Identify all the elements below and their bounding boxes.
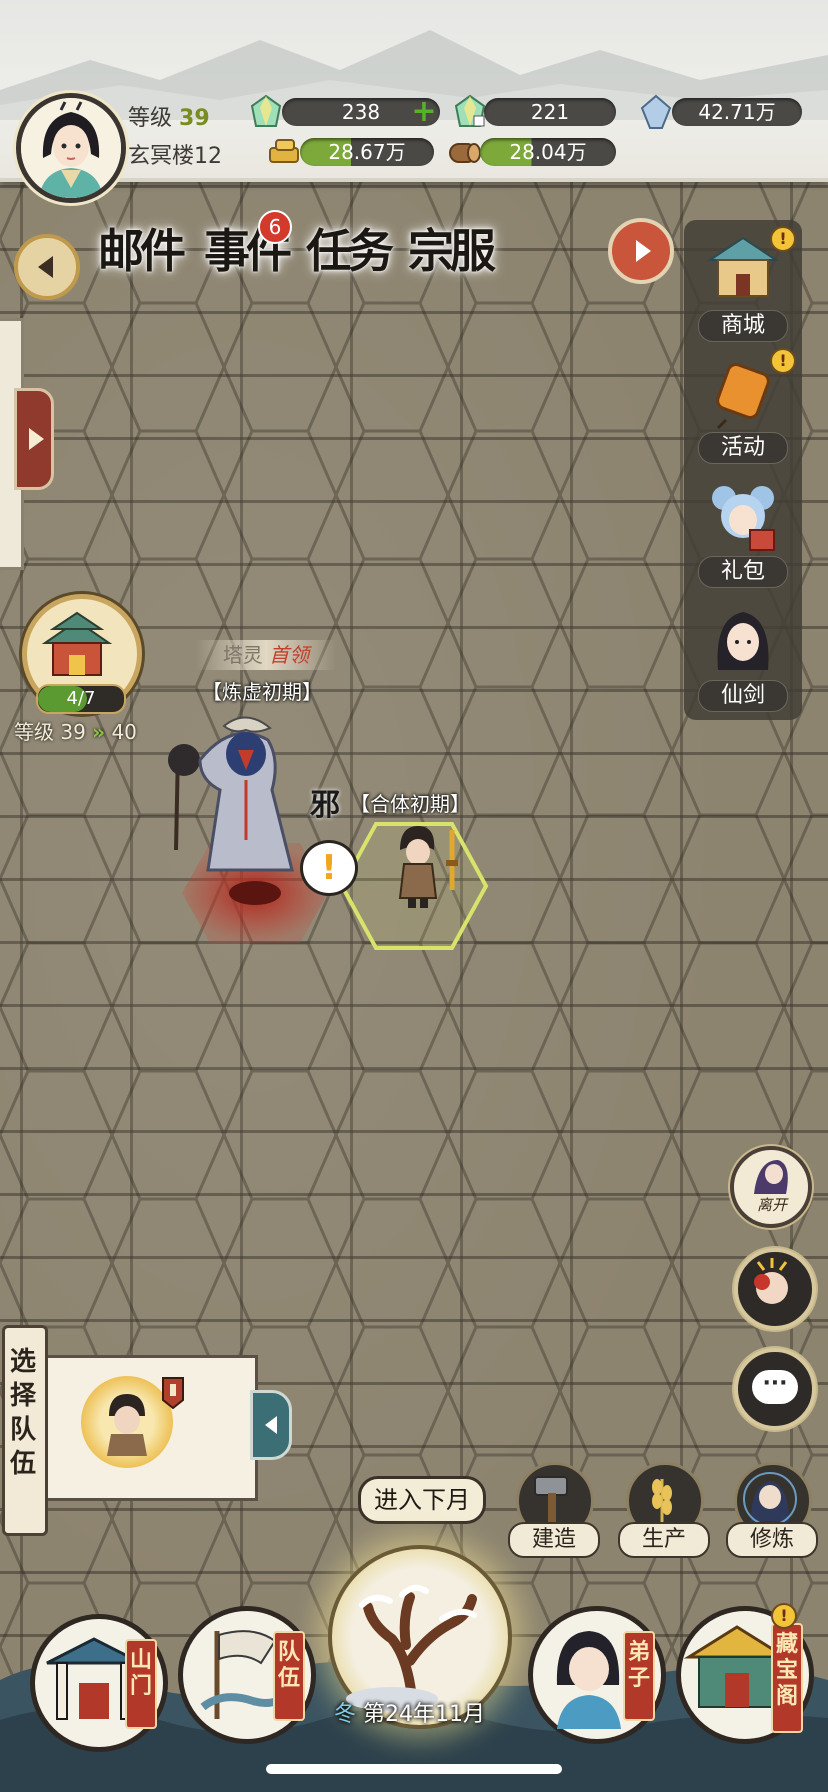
level-label: 等级 xyxy=(128,106,173,131)
season-label: 冬 xyxy=(334,1702,357,1727)
nav-treasure-pavilion[interactable]: 藏 宝 阁 ! xyxy=(676,1603,814,1744)
treasure-alert-icon: ! xyxy=(771,1603,797,1629)
boss-title-name: 首领 xyxy=(269,643,310,667)
locked-spirit-stone-count: 221 xyxy=(484,98,616,126)
side-item-immortal-sword[interactable]: 仙剑 xyxy=(684,596,802,714)
side-menu: 商城 ! 活动 ! 礼包 仙剑 xyxy=(684,220,802,720)
tabs-prev-button[interactable] xyxy=(14,234,80,300)
date-label: 第24年11月 xyxy=(363,1702,486,1727)
events-badge: 6 xyxy=(258,210,292,244)
build-button[interactable]: 建造 xyxy=(508,1462,600,1572)
fist-hammer-icon xyxy=(754,1258,788,1304)
nav-team-label-2: 伍 xyxy=(277,1665,300,1691)
grade-arrow-icon: » xyxy=(92,720,106,744)
grade-next: 40 xyxy=(111,720,137,744)
nav-treasure-label-1: 藏 xyxy=(775,1631,798,1657)
sword-maiden-icon xyxy=(717,612,769,670)
nav-team-label: 队 伍 xyxy=(273,1631,305,1721)
add-spirit-stone-button[interactable]: + xyxy=(410,97,438,127)
chat-button[interactable]: ··· xyxy=(734,1348,816,1430)
winter-tree-icon xyxy=(346,1584,477,1711)
select-team-label: 选择 队伍 xyxy=(8,1345,38,1481)
gold-count: 28.67万 xyxy=(300,138,434,166)
battle-cry-button[interactable] xyxy=(734,1248,816,1330)
nav-sect-gate[interactable]: 山 门 xyxy=(30,1614,168,1752)
chevron-right-icon xyxy=(635,240,651,262)
event-alert-bubble[interactable]: ! xyxy=(300,840,358,896)
player-disciple[interactable] xyxy=(390,820,470,910)
crystal-icon xyxy=(640,94,672,129)
tabs-next-button[interactable] xyxy=(608,218,674,284)
tab-tasks[interactable]: 任务 xyxy=(302,212,394,290)
chevron-left-icon xyxy=(265,1416,277,1434)
locked-spirit-stone-icon xyxy=(454,94,486,127)
boss-title: 塔灵 首领 xyxy=(196,640,336,670)
wood-count: 28.04万 xyxy=(480,138,616,166)
side-item-events[interactable]: 活动 ! xyxy=(684,348,802,466)
spirit-stone-icon xyxy=(250,94,282,127)
nav-disciples-label-2: 子 xyxy=(627,1665,650,1691)
team-select-panel xyxy=(40,1355,258,1501)
nav-disciples[interactable]: 弟 子 xyxy=(528,1606,666,1744)
game-date: 冬 第24年11月 xyxy=(334,1696,524,1732)
team-member-slot[interactable] xyxy=(81,1376,173,1468)
team-member-avatar xyxy=(107,1394,147,1456)
hero-realm: 【合体初期】 xyxy=(350,792,470,816)
tower-progress-text: 4/7 xyxy=(66,688,96,709)
side-label-gift-pack: 礼包 xyxy=(698,556,788,588)
side-label-immortal-sword: 仙剑 xyxy=(698,680,788,712)
tower-grade: 等级 39 » 40 xyxy=(14,716,137,745)
side-label-events: 活动 xyxy=(698,432,788,464)
left-panel-expand-button[interactable] xyxy=(14,388,54,490)
nav-disciples-label-1: 弟 xyxy=(627,1639,650,1665)
nav-sect-gate-label: 山 门 xyxy=(125,1639,157,1729)
wood-icon xyxy=(449,143,481,163)
nav-sect-gate-label-1: 山 xyxy=(129,1647,152,1673)
tower-name: 玄冥楼12 xyxy=(128,144,222,169)
nav-team[interactable]: 队 伍 xyxy=(178,1606,316,1744)
side-label-shop: 商城 xyxy=(698,310,788,342)
build-label: 建造 xyxy=(508,1522,600,1558)
produce-label: 生产 xyxy=(618,1522,710,1558)
leave-label: 离开 xyxy=(756,1196,787,1214)
nav-treasure-label-2: 宝 xyxy=(775,1657,798,1683)
evil-faction-mark: 邪 xyxy=(310,788,340,823)
gold-icon xyxy=(269,139,299,163)
cultivate-button[interactable]: 修炼 xyxy=(726,1462,818,1572)
level-value: 39 xyxy=(179,106,210,131)
team-panel-collapse-button[interactable] xyxy=(250,1390,292,1460)
shop-alert-icon: ! xyxy=(770,226,796,252)
nav-team-label-1: 队 xyxy=(277,1639,300,1665)
nav-sect-gate-label-2: 门 xyxy=(129,1673,152,1699)
avatar-portrait xyxy=(21,98,121,198)
crystal-count: 42.71万 xyxy=(672,98,802,126)
grade-current: 等级 39 xyxy=(14,720,86,744)
select-team-label-2: 队伍 xyxy=(9,1415,36,1479)
tab-sect-uniform[interactable]: 宗服 xyxy=(404,212,496,290)
tower-progress: 4/7 xyxy=(36,684,126,714)
nav-treasure-pavilion-label: 藏 宝 阁 xyxy=(771,1623,803,1733)
select-team-label-1: 选择 xyxy=(9,1347,36,1411)
leave-button[interactable]: 离开 xyxy=(730,1146,812,1228)
chat-icon: ··· xyxy=(752,1370,798,1404)
chevron-left-icon xyxy=(37,256,53,278)
nav-treasure-label-3: 阁 xyxy=(775,1683,798,1709)
events-alert-icon: ! xyxy=(770,348,796,374)
home-indicator[interactable] xyxy=(266,1764,562,1774)
side-item-shop[interactable]: 商城 ! xyxy=(684,226,802,344)
boss-title-prefix: 塔灵 xyxy=(222,643,263,667)
produce-button[interactable]: 生产 xyxy=(618,1462,710,1572)
player-level: 等级 39 xyxy=(128,100,210,132)
tab-mail[interactable]: 邮件 xyxy=(94,212,186,290)
nav-disciples-label: 弟 子 xyxy=(623,1631,655,1721)
next-month-button[interactable]: 进入下月 xyxy=(358,1476,486,1524)
team-flag-icon xyxy=(162,1377,184,1410)
tower-spirit-boss[interactable] xyxy=(160,700,310,880)
cultivate-label: 修炼 xyxy=(726,1522,818,1558)
player-avatar[interactable] xyxy=(16,93,126,203)
side-item-gift-pack[interactable]: 礼包 xyxy=(684,472,802,590)
gift-girl-icon xyxy=(712,486,775,551)
chevron-right-icon xyxy=(28,428,44,450)
